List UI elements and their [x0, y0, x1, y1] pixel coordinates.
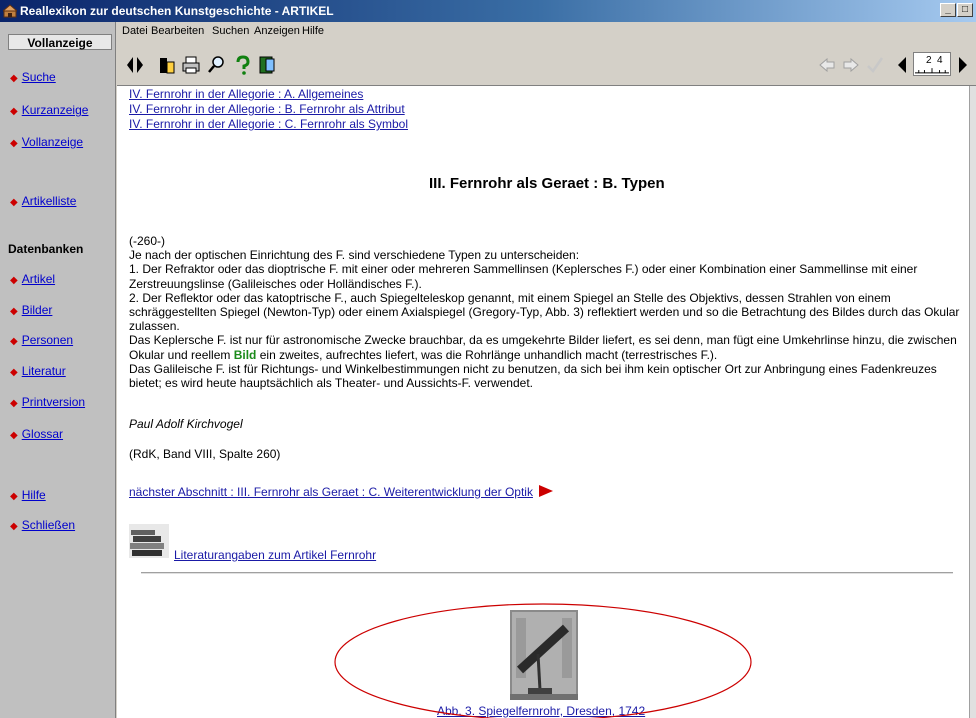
sidebar-item-schliessen[interactable]: ◆ Schließen [10, 518, 75, 532]
diamond-bullet-icon: ◆ [10, 197, 18, 208]
exit-icon[interactable] [257, 54, 277, 76]
diamond-bullet-icon: ◆ [10, 275, 18, 286]
sidebar-item-label: Vollanzeige [21, 135, 84, 149]
sidebar-item-label: Suche [21, 70, 56, 84]
diamond-bullet-icon: ◆ [10, 73, 18, 84]
diamond-bullet-icon: ◆ [10, 521, 18, 532]
sidebar-item-hilfe[interactable]: ◆ Hilfe [10, 488, 46, 502]
sidebar-item-suche[interactable]: ◆ Suche [10, 70, 56, 84]
sidebar-item-label: Kurzanzeige [21, 103, 89, 117]
sidebar-item-glossar[interactable]: ◆ Glossar [10, 427, 63, 441]
sidebar-item-label: Bilder [21, 303, 53, 317]
literature-link[interactable]: Literaturangaben zum Artikel Fernrohr [174, 548, 376, 562]
vertical-scrollbar[interactable] [969, 86, 976, 718]
citation: (RdK, Band VIII, Spalte 260) [129, 447, 281, 461]
sidebar-item-artikel[interactable]: ◆ Artikel [10, 272, 55, 286]
sidebar-item-artikelliste[interactable]: ◆ Artikelliste [10, 194, 76, 208]
diamond-bullet-icon: ◆ [10, 398, 18, 409]
minimize-button[interactable]: _ [940, 3, 956, 17]
paragraph: 1. Der Refraktor oder das dioptrische F.… [129, 262, 918, 291]
sidebar-item-label: Literatur [21, 364, 66, 378]
sidebar-item-label: Artikel [21, 272, 56, 286]
paragraph: Je nach der optischen Einrichtung des F.… [129, 248, 580, 263]
paragraph: Das Galileische F. ist für Richtungs- un… [129, 361, 937, 391]
app-icon [3, 4, 17, 18]
sidebar-item-label: Schließen [21, 518, 76, 532]
prev-page-icon[interactable] [892, 54, 912, 76]
next-section[interactable]: nächster Abschnitt : III. Fernrohr als G… [129, 484, 554, 499]
sidebar-item-label: Hilfe [21, 488, 46, 502]
article-body: (-260-) Je nach der optischen Einrichtun… [129, 234, 965, 390]
back-arrow-icon[interactable] [817, 54, 837, 76]
sidebar-item-literatur[interactable]: ◆ Literatur [10, 364, 66, 378]
next-page-icon[interactable] [953, 54, 973, 76]
sidebar-item-bilder[interactable]: ◆ Bilder [10, 303, 52, 317]
current-page: 2 [926, 55, 932, 66]
paragraph-text: ein zweites, aufrechtes liefert, was die… [256, 347, 718, 362]
sidebar-item-printversion[interactable]: ◆ Printversion [10, 395, 85, 409]
menu-bar: Datei Bearbeiten Suchen Anzeigen Hilfe [117, 22, 976, 42]
red-arrow-icon[interactable] [538, 484, 554, 498]
page-indicator: 2 4 [913, 52, 951, 76]
toolbar: 2 4 [117, 42, 976, 86]
next-section-link[interactable]: nächster Abschnitt : III. Fernrohr als G… [129, 485, 533, 499]
sidebar-item-label: Printversion [21, 395, 86, 409]
forward-arrow-icon[interactable] [841, 54, 861, 76]
page-ruler-icon [915, 68, 949, 74]
help-icon[interactable] [232, 54, 252, 76]
toc-link[interactable]: IV. Fernrohr in der Allegorie : B. Fernr… [129, 102, 405, 116]
book-icon[interactable] [157, 54, 177, 76]
menu-anzeigen[interactable]: Anzeigen [254, 25, 300, 37]
diamond-bullet-icon: ◆ [10, 367, 18, 378]
search-icon[interactable] [207, 54, 227, 76]
paragraph: Das Keplersche F. ist nur für astronomis… [129, 333, 965, 361]
datenbanken-heading: Datenbanken [8, 242, 84, 256]
sidebar-item-label: Personen [21, 333, 74, 347]
menu-hilfe[interactable]: Hilfe [302, 25, 324, 37]
window-title: Reallexikon zur deutschen Kunstgeschicht… [20, 4, 334, 18]
sidebar-item-label: Glossar [21, 427, 64, 441]
article-content: IV. Fernrohr in der Allegorie : A. Allge… [117, 86, 969, 718]
figure-thumbnail[interactable] [510, 610, 578, 700]
section-title: III. Fernrohr als Geraet : B. Typen [429, 175, 665, 192]
panel-toggle-icon[interactable] [125, 54, 145, 76]
author: Paul Adolf Kirchvogel [129, 417, 243, 431]
column-marker: (-260-) [129, 234, 166, 248]
maximize-button[interactable]: □ [957, 3, 973, 17]
book-stack-icon[interactable] [129, 524, 169, 558]
diamond-bullet-icon: ◆ [10, 430, 18, 441]
sidebar-item-personen[interactable]: ◆ Personen [10, 333, 73, 347]
menu-suchen[interactable]: Suchen [212, 25, 249, 37]
diamond-bullet-icon: ◆ [10, 306, 18, 317]
sidebar-item-label: Artikelliste [21, 194, 77, 208]
toc-link[interactable]: IV. Fernrohr in der Allegorie : A. Allge… [129, 87, 363, 101]
sidebar-item-kurzanzeige[interactable]: ◆ Kurzanzeige [10, 103, 88, 117]
total-page: 4 [937, 55, 943, 66]
check-icon[interactable] [865, 54, 885, 76]
diamond-bullet-icon: ◆ [10, 106, 18, 117]
menu-datei[interactable]: Datei [122, 25, 148, 37]
diamond-bullet-icon: ◆ [10, 336, 18, 347]
print-icon[interactable] [181, 54, 201, 76]
diamond-bullet-icon: ◆ [10, 138, 18, 149]
diamond-bullet-icon: ◆ [10, 491, 18, 502]
paragraph: 2. Der Reflektor oder das katoptrische F… [129, 290, 960, 334]
sidebar: Vollanzeige ◆ Suche ◆ Kurzanzeige ◆ Vollanz… [0, 22, 116, 718]
figure-caption[interactable]: Abb. 3. Spiegelfernrohr, Dresden, 1742 [437, 704, 645, 718]
title-bar: Reallexikon zur deutschen Kunstgeschicht… [0, 0, 976, 22]
toc-link[interactable]: IV. Fernrohr in der Allegorie : C. Fernr… [129, 117, 408, 131]
menu-bearbeiten[interactable]: Bearbeiten [151, 25, 204, 37]
sidebar-header: Vollanzeige [8, 34, 112, 50]
glossary-link-bild[interactable]: Bild [234, 348, 257, 362]
divider [141, 572, 953, 574]
sidebar-item-vollanzeige[interactable]: ◆ Vollanzeige [10, 135, 83, 149]
